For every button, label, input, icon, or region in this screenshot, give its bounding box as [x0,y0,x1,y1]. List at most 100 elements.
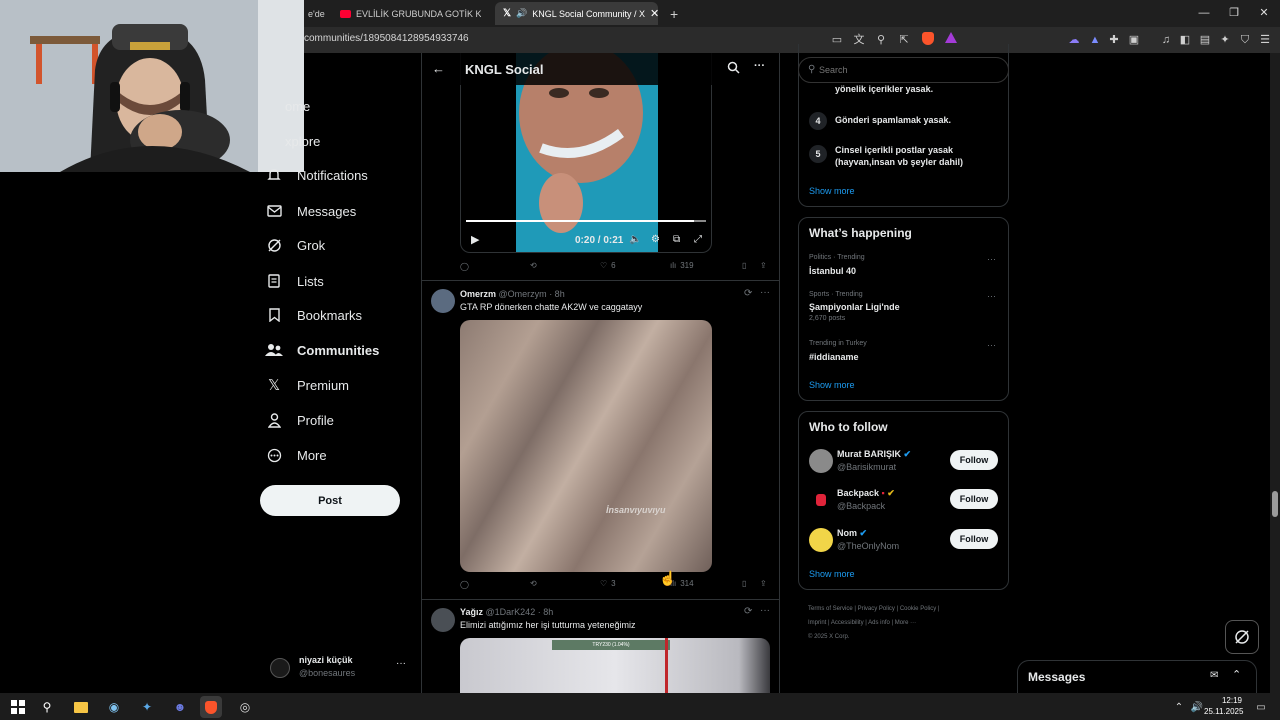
post-media[interactable]: İnsanvıyuvıyu [460,320,712,572]
windows-start-icon[interactable] [7,696,29,718]
settings-icon[interactable]: ⚙ [651,234,660,245]
clock[interactable]: 12:19 25.11.2025 [1204,695,1244,717]
menu-icon[interactable]: ☰ [1257,32,1273,48]
trend-item[interactable]: Trending in Turkey #iddianame ··· [799,338,1008,368]
extension-icon[interactable]: ▲ [1087,32,1103,48]
play-icon[interactable]: ▶ [471,233,479,246]
share-button[interactable]: ⇪ [760,579,767,588]
trend-item[interactable]: Politics · Trending İstanbul 40 ··· [799,252,1008,282]
messages-drawer[interactable]: Messages ✉ ⌃ [1017,660,1257,693]
brave-browser-icon[interactable] [200,696,222,718]
footer-link[interactable]: Imprint [808,620,826,626]
file-explorer-icon[interactable] [70,696,92,718]
minimize-icon[interactable]: — [1194,4,1214,22]
search-icon[interactable]: ⚲ [36,696,58,718]
browser-tab[interactable]: e'de [300,2,330,25]
video-progress-track[interactable] [466,220,706,222]
music-icon[interactable]: ♫ [1158,32,1174,48]
footer-link[interactable]: Terms of Service [808,606,853,612]
vpn-icon[interactable]: ⛉ [1237,32,1253,48]
pip-icon[interactable]: ⧉ [673,234,680,245]
repost-button[interactable]: ⟲ [530,261,537,270]
show-more-link[interactable]: Show more [809,380,855,390]
show-more-link[interactable]: Show more [809,186,855,196]
expand-icon[interactable]: ⌃ [1232,668,1241,681]
back-arrow-icon[interactable]: ← [432,61,445,76]
volume-icon[interactable]: 🔈 [629,234,641,245]
more-options-icon[interactable]: ··· [754,60,765,72]
post[interactable]: Omerzm @Omerzym · 8h ⟳ ··· GTA RP dönerk… [422,281,779,599]
sidebar-item-more[interactable]: More [265,441,327,469]
sidebar-item-messages[interactable]: Messages [265,197,356,225]
sidebar-item-premium[interactable]: 𝕏 Premium [265,371,349,399]
post-more-icon[interactable]: ··· [760,605,770,616]
leo-icon[interactable]: ✦ [1217,32,1233,48]
footer-link[interactable]: More ··· [895,620,916,626]
reply-button[interactable]: ◯ [460,262,469,271]
app-icon[interactable]: ✦ [136,696,158,718]
trend-more-icon[interactable]: ··· [987,254,996,264]
like-button[interactable]: ♡ 6 [600,261,616,270]
browser-tab[interactable]: EVLİLİK GRUBUNDA GOTİK KADIN OL [332,2,492,25]
sidebar-item-profile[interactable]: Profile [265,406,334,434]
bookmark-button[interactable]: ▯ [742,579,746,588]
post-more-icon[interactable]: ··· [760,287,770,298]
scrollbar[interactable] [1270,53,1280,693]
webcam-overlay [0,0,304,172]
grok-post-icon[interactable]: ⟳ [744,606,752,617]
sidebar-item-bookmarks[interactable]: Bookmarks [265,301,362,329]
trend-more-icon[interactable]: ··· [987,291,996,301]
follow-button[interactable]: Follow [950,529,998,549]
new-tab-button[interactable]: + [662,2,682,25]
sidebar-item-grok[interactable]: Grok [265,231,325,259]
extension-icon[interactable]: ☁ [1066,32,1082,48]
sidebar-item-home[interactable]: ome [265,92,310,120]
trend-item[interactable]: Sports · Trending Şampiyonlar Ligi'nde 2… [799,289,1008,329]
sidebar-toggle-icon[interactable]: ◧ [1177,32,1193,48]
close-tab-icon[interactable]: ✕ [650,7,658,20]
grok-post-icon[interactable]: ⟳ [744,288,752,299]
footer-link[interactable]: Ads info [868,620,890,626]
search-icon[interactable] [727,61,741,75]
grok-float-button[interactable] [1225,620,1259,654]
like-button[interactable]: ♡ 3 [600,579,616,588]
new-message-icon[interactable]: ✉ [1210,670,1218,681]
app-icon[interactable]: ◎ [234,696,256,718]
sidebar-item-label: Bookmarks [297,307,363,323]
sidebar-item-notifications[interactable]: Notifications [265,161,368,189]
follow-button[interactable]: Follow [950,450,998,470]
search-input[interactable] [819,63,999,77]
post-button[interactable]: Post [260,485,400,516]
steam-icon[interactable]: ◉ [103,696,125,718]
footer-link[interactable]: Accessibility [831,620,864,626]
close-window-icon[interactable]: ✕ [1254,4,1274,22]
show-more-link[interactable]: Show more [809,569,855,579]
trend-more-icon[interactable]: ··· [987,340,996,350]
wallet-icon[interactable]: ▣ [1126,32,1142,48]
repost-button[interactable]: ⟲ [530,579,537,588]
reply-button[interactable]: ◯ [460,580,469,589]
footer-link[interactable]: Privacy Policy [858,606,895,612]
sidebar-item-communities[interactable]: Communities [265,336,379,364]
search-box[interactable]: ⚲ [798,57,1009,83]
discord-icon[interactable]: ☻ [169,696,191,718]
clock-date: 25.11.2025 [1204,707,1244,716]
notification-icon[interactable]: ▭ [1250,696,1272,718]
sidebar-item-lists[interactable]: Lists [265,267,324,295]
views-button[interactable]: ılı 319 [670,261,694,270]
post[interactable]: Yağız @1DarK242 · 8h ⟳ ··· Elimizi attığ… [422,600,779,693]
scrollbar-thumb[interactable] [1272,491,1278,517]
restore-icon[interactable]: ❐ [1224,4,1244,22]
puzzle-icon[interactable]: ✚ [1106,32,1122,48]
wallet2-icon[interactable]: ▤ [1197,32,1213,48]
account-switcher[interactable]: niyazi küçük @bonesaures ··· [262,653,412,685]
footer-link[interactable]: Cookie Policy [900,606,936,612]
bookmark-button[interactable]: ▯ [742,261,746,270]
url-field[interactable]: communities/1895084128954933746 [304,33,469,44]
fullscreen-icon[interactable]: ⤢ [694,234,702,245]
sidebar-item-explore[interactable]: xplore [265,127,320,155]
follow-button[interactable]: Follow [950,489,998,509]
browser-tab-active[interactable]: 𝕏 🔊 KNGL Social Community / X ✕ [495,2,658,25]
post-media[interactable]: TRY230 (1.04%) [460,638,770,693]
share-button[interactable]: ⇪ [760,261,767,270]
